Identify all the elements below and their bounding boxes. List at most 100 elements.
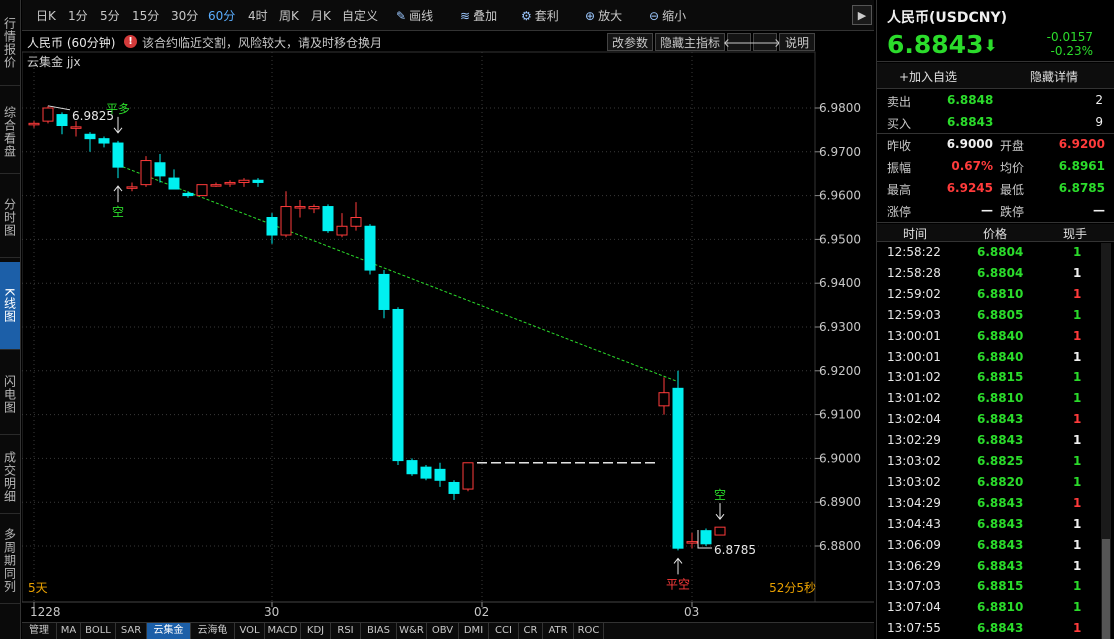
trades-header-time: 时间 bbox=[903, 227, 928, 241]
hide-details-button[interactable]: 隐藏详情 bbox=[1030, 68, 1078, 85]
y-tick-label: 6.9500 bbox=[819, 232, 861, 246]
x-tick-label: 02 bbox=[474, 605, 489, 619]
trade-price: 6.8820 bbox=[977, 474, 1024, 489]
candle bbox=[672, 387, 684, 549]
candle bbox=[182, 192, 194, 197]
trade-qty: 1 bbox=[1073, 245, 1082, 259]
left-tab-4[interactable]: 闪电图 bbox=[0, 355, 20, 435]
stat-value: 6.9000 bbox=[946, 137, 993, 151]
candle bbox=[714, 526, 726, 536]
left-tab-strip: 行情报价综合看盘分时图 K线图闪电图成交明细多周期同列 bbox=[0, 0, 21, 639]
candle bbox=[224, 181, 236, 185]
trade-time: 13:07:55 bbox=[887, 621, 941, 636]
trade-row: 13:04:29 6.8843 1 bbox=[877, 494, 1099, 514]
trade-time: 13:06:29 bbox=[887, 558, 941, 573]
candle bbox=[70, 126, 82, 129]
trade-qty: 1 bbox=[1073, 495, 1082, 510]
left-tab-5[interactable]: 成交明细 bbox=[0, 440, 20, 514]
y-tick-label: 6.9800 bbox=[819, 101, 861, 115]
candle bbox=[294, 206, 306, 209]
stat-label: 开盘 bbox=[1000, 139, 1025, 153]
indicator-tab-3[interactable]: SAR bbox=[116, 623, 147, 639]
indicator-tab-9[interactable]: RSI bbox=[331, 623, 361, 639]
trade-qty: 1 bbox=[1073, 579, 1082, 594]
indicator-tab-11[interactable]: W&R bbox=[397, 623, 427, 639]
indicator-tab-10[interactable]: BIAS bbox=[361, 623, 397, 639]
candle bbox=[448, 481, 460, 494]
trade-time: 13:03:02 bbox=[887, 474, 941, 489]
trade-row: 13:00:01 6.8840 1 bbox=[877, 348, 1099, 368]
trade-row: 13:06:29 6.8843 1 bbox=[877, 557, 1099, 577]
left-tab-6[interactable]: 多周期同列 bbox=[0, 518, 20, 604]
indicator-tab-1[interactable]: MA bbox=[57, 623, 81, 639]
trade-price: 6.8840 bbox=[977, 328, 1024, 343]
candle bbox=[42, 107, 54, 122]
candle bbox=[364, 225, 376, 271]
trade-row: 13:07:04 6.8810 1 bbox=[877, 598, 1099, 618]
indicator-tab-8[interactable]: KDJ bbox=[301, 623, 331, 639]
left-tab-0[interactable]: 行情报价 bbox=[0, 0, 20, 86]
trade-price: 6.8843 bbox=[977, 412, 1024, 427]
signal-arrow-down bbox=[715, 503, 725, 520]
trade-qty: 1 bbox=[1073, 265, 1082, 280]
indicator-tab-2[interactable]: BOLL bbox=[81, 623, 116, 639]
indicator-tab-13[interactable]: DMI bbox=[459, 623, 489, 639]
candle bbox=[686, 541, 698, 544]
trade-qty: 1 bbox=[1073, 600, 1082, 615]
signal-arrow-down bbox=[113, 116, 123, 134]
trade-row: 13:00:01 6.8840 1 bbox=[877, 327, 1099, 347]
chart-range-label: 5天 bbox=[28, 581, 48, 595]
indicator-tab-7[interactable]: MACD bbox=[265, 623, 301, 639]
trade-price: 6.8804 bbox=[977, 265, 1024, 280]
stat-value: — bbox=[1093, 203, 1105, 217]
trades-scrollbar[interactable] bbox=[1101, 243, 1111, 639]
candle bbox=[238, 179, 250, 183]
trade-row: 13:04:43 6.8843 1 bbox=[877, 515, 1099, 535]
indicator-tab-12[interactable]: OBV bbox=[427, 623, 459, 639]
trade-row: 13:03:02 6.8820 1 bbox=[877, 473, 1099, 493]
candle-countdown: 52分5秒 bbox=[769, 581, 816, 595]
indicator-tab-16[interactable]: ATR bbox=[543, 623, 574, 639]
trade-qty: 1 bbox=[1073, 558, 1082, 573]
y-tick-label: 6.9600 bbox=[819, 189, 861, 203]
candle bbox=[196, 184, 208, 197]
trade-row: 12:59:02 6.8810 1 bbox=[877, 285, 1099, 305]
indicator-tab-17[interactable]: ROC bbox=[574, 623, 604, 639]
trade-row: 12:58:22 6.8804 1 bbox=[877, 243, 1099, 263]
trade-qty: 1 bbox=[1073, 391, 1082, 406]
signal-arrow-up bbox=[113, 185, 123, 203]
add-watchlist-button[interactable]: +加入自选 bbox=[899, 68, 957, 85]
x-tick-label: 1228 bbox=[30, 605, 61, 619]
stat-value: 6.9200 bbox=[1058, 137, 1105, 151]
candle bbox=[420, 466, 432, 479]
stat-label: 振幅 bbox=[887, 161, 912, 175]
candle bbox=[378, 273, 390, 310]
bid-price: 6.8843 bbox=[947, 115, 994, 129]
indicator-tab-4[interactable]: 云集金 bbox=[147, 623, 191, 639]
stat-value: — bbox=[981, 203, 993, 217]
ask-label: 卖出 bbox=[887, 95, 912, 109]
y-tick-label: 6.8800 bbox=[819, 539, 861, 553]
last-price: 6.8843 bbox=[887, 30, 984, 59]
candle bbox=[434, 468, 446, 481]
left-tab-1[interactable]: 综合看盘 bbox=[0, 90, 20, 174]
trade-time: 13:04:43 bbox=[887, 516, 941, 531]
stat-value: 0.67% bbox=[951, 159, 993, 173]
ask-price: 6.8848 bbox=[947, 93, 994, 107]
candlestick-chart[interactable]: 6.9800 6.9700 6.9600 6.9500 6.9400 6.9300 6.92… bbox=[22, 0, 874, 622]
indicator-tab-14[interactable]: CCI bbox=[489, 623, 519, 639]
trade-price: 6.8810 bbox=[977, 600, 1024, 615]
stat-label: 涨停 bbox=[887, 205, 912, 219]
left-tab-3[interactable]: K线图 bbox=[0, 262, 20, 350]
trade-qty: 1 bbox=[1073, 621, 1082, 636]
indicator-tab-15[interactable]: CR bbox=[519, 623, 543, 639]
candle bbox=[140, 160, 152, 186]
y-tick-label: 6.9700 bbox=[819, 145, 861, 159]
indicator-tab-6[interactable]: VOL bbox=[235, 623, 265, 639]
left-tab-2[interactable]: 分时图 bbox=[0, 178, 20, 258]
candle bbox=[28, 122, 40, 126]
price-change: -0.0157 bbox=[1046, 30, 1093, 44]
indicator-tab-0[interactable]: 管理 bbox=[22, 623, 57, 639]
indicator-tab-5[interactable]: 云海龟 bbox=[191, 623, 235, 639]
trade-time: 13:07:04 bbox=[887, 600, 941, 615]
